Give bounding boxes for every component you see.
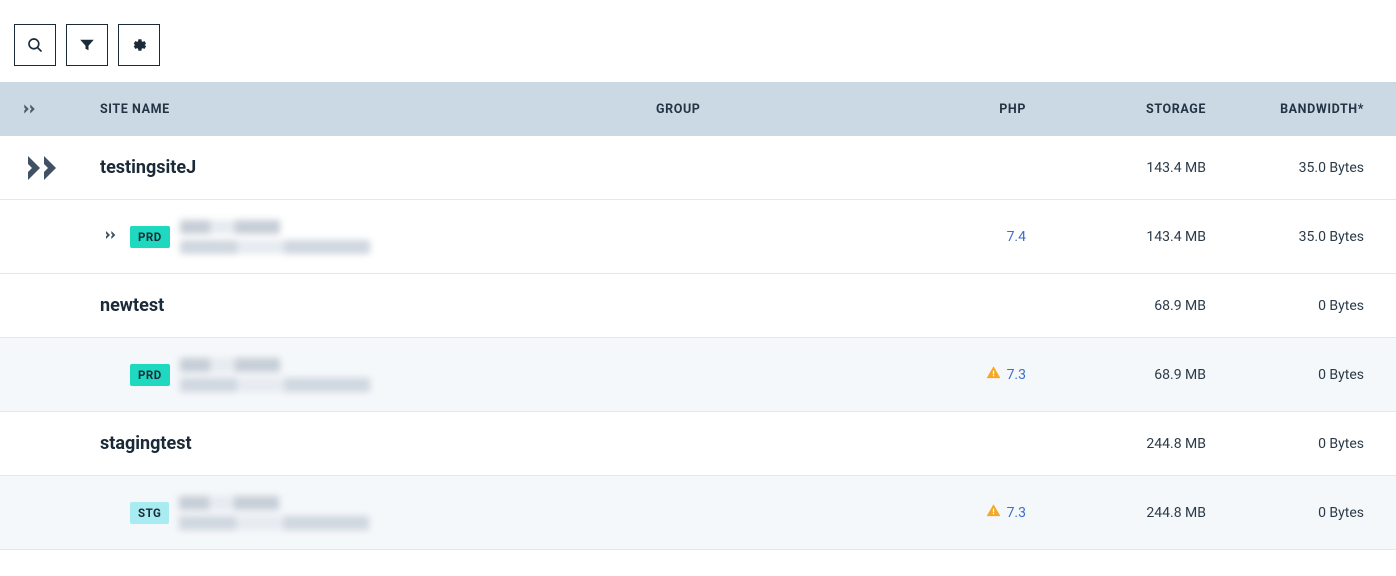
warning-icon	[986, 503, 1001, 522]
redacted-environment-details	[180, 358, 370, 392]
env-storage: 68.9 MB	[1026, 367, 1206, 383]
warning-icon	[986, 365, 1001, 384]
header-group[interactable]: GROUP	[656, 102, 916, 117]
search-icon	[26, 36, 44, 54]
settings-button[interactable]	[118, 24, 160, 66]
site-row[interactable]: stagingtest 244.8 MB 0 Bytes	[0, 412, 1396, 476]
site-storage: 143.4 MB	[1026, 160, 1206, 176]
environment-badge: PRD	[130, 226, 170, 248]
toolbar	[0, 0, 1396, 82]
filter-icon	[78, 36, 96, 54]
header-expand-all[interactable]	[0, 100, 70, 118]
header-php[interactable]: PHP	[916, 102, 1026, 117]
sites-table: SITE NAME GROUP PHP STORAGE BANDWIDTH* t…	[0, 82, 1396, 550]
header-site-name[interactable]: SITE NAME	[70, 102, 656, 117]
env-storage: 143.4 MB	[1026, 229, 1206, 245]
php-version-link[interactable]: 7.3	[1007, 505, 1026, 521]
env-bandwidth: 0 Bytes	[1206, 367, 1396, 383]
redacted-environment-details	[180, 220, 370, 254]
site-bandwidth: 0 Bytes	[1206, 298, 1396, 314]
env-bandwidth: 35.0 Bytes	[1206, 229, 1396, 245]
site-row[interactable]: newtest 68.9 MB 0 Bytes	[0, 274, 1396, 338]
expand-all-icon	[22, 100, 40, 118]
env-bandwidth: 0 Bytes	[1206, 505, 1396, 521]
table-header: SITE NAME GROUP PHP STORAGE BANDWIDTH*	[0, 82, 1396, 136]
filter-button[interactable]	[66, 24, 108, 66]
site-name: newtest	[70, 295, 164, 316]
site-bandwidth: 0 Bytes	[1206, 436, 1396, 452]
header-bandwidth[interactable]: BANDWIDTH*	[1206, 102, 1396, 117]
environment-row[interactable]: PRD 7.4 143.4 MB 35.0 Bytes	[0, 200, 1396, 274]
gear-icon	[130, 36, 148, 54]
expand-icon[interactable]	[0, 144, 70, 192]
header-storage[interactable]: STORAGE	[1026, 102, 1206, 117]
environment-row[interactable]: PRD 7.3 68.9 MB 0 Bytes	[0, 338, 1396, 412]
php-version-link[interactable]: 7.3	[1007, 367, 1026, 383]
environment-badge: STG	[130, 502, 169, 524]
env-storage: 244.8 MB	[1026, 505, 1206, 521]
site-name: testingsiteJ	[70, 157, 196, 178]
site-storage: 68.9 MB	[1026, 298, 1206, 314]
site-storage: 244.8 MB	[1026, 436, 1206, 452]
redacted-environment-details	[179, 496, 369, 530]
environment-row[interactable]: STG 7.3 244.8 MB 0 Bytes	[0, 476, 1396, 550]
php-version-link[interactable]: 7.4	[1007, 229, 1026, 245]
environment-badge: PRD	[130, 364, 170, 386]
site-bandwidth: 35.0 Bytes	[1206, 160, 1396, 176]
search-button[interactable]	[14, 24, 56, 66]
site-row[interactable]: testingsiteJ 143.4 MB 35.0 Bytes	[0, 136, 1396, 200]
site-name: stagingtest	[70, 433, 192, 454]
env-expand-icon[interactable]	[104, 227, 120, 247]
